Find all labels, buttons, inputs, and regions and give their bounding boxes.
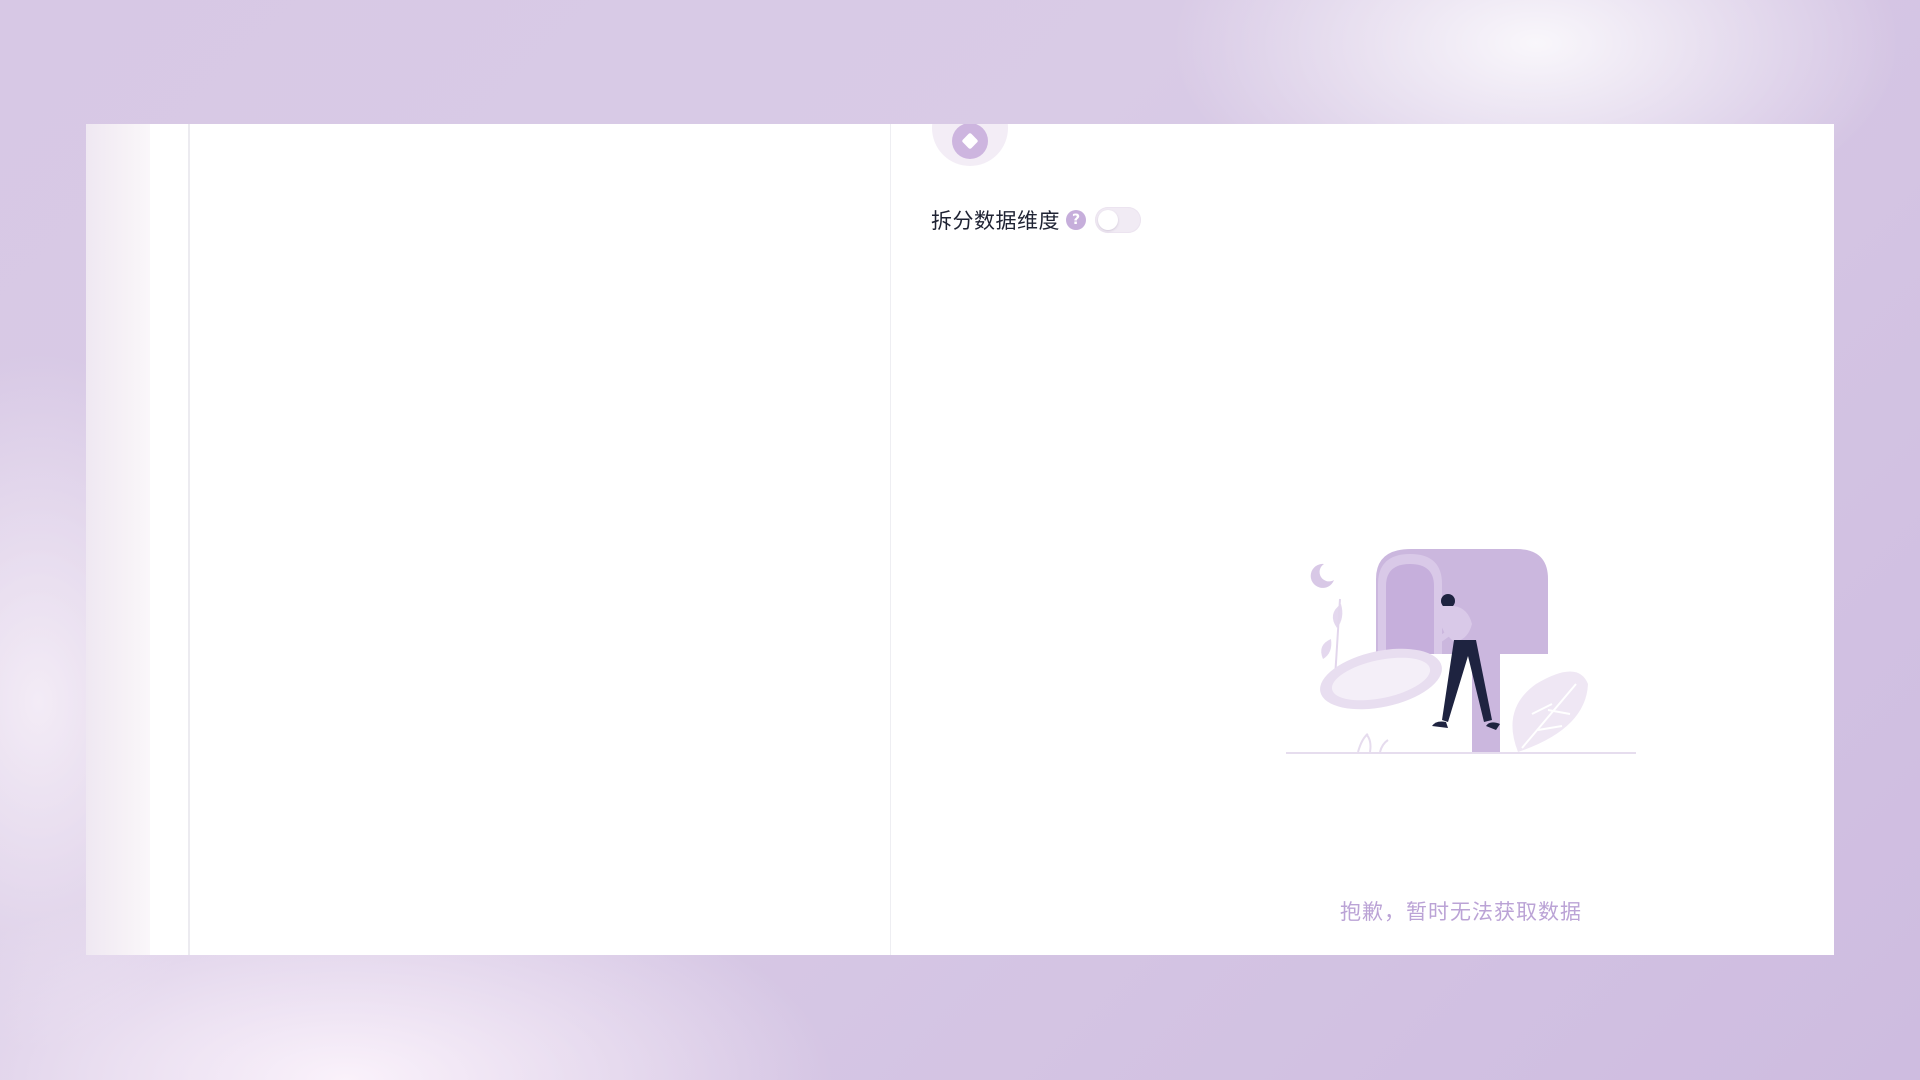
split-dimension-toggle[interactable]: [1095, 207, 1141, 233]
preview-panel: [891, 124, 1834, 955]
toggle-knob: [1098, 210, 1118, 230]
desktop-background: 拆分数据维度 ? 抱歉，暂时无法获取数据: [0, 0, 1920, 1080]
split-dimension-label: 拆分数据维度: [931, 209, 1060, 233]
left-panel: [150, 124, 190, 955]
empty-state-message: 抱歉，暂时无法获取数据: [1340, 900, 1582, 924]
split-dimension-row: 拆分数据维度 ?: [931, 204, 1141, 236]
empty-state: 抱歉，暂时无法获取数据: [1286, 544, 1636, 924]
diamond-icon: [952, 124, 988, 159]
question-circle-icon[interactable]: ?: [1066, 210, 1086, 230]
mailbox-person-illustration: [1286, 549, 1636, 754]
config-panel: [190, 124, 891, 955]
app-window: 拆分数据维度 ? 抱歉，暂时无法获取数据: [86, 124, 1834, 955]
left-rail: [86, 124, 150, 955]
